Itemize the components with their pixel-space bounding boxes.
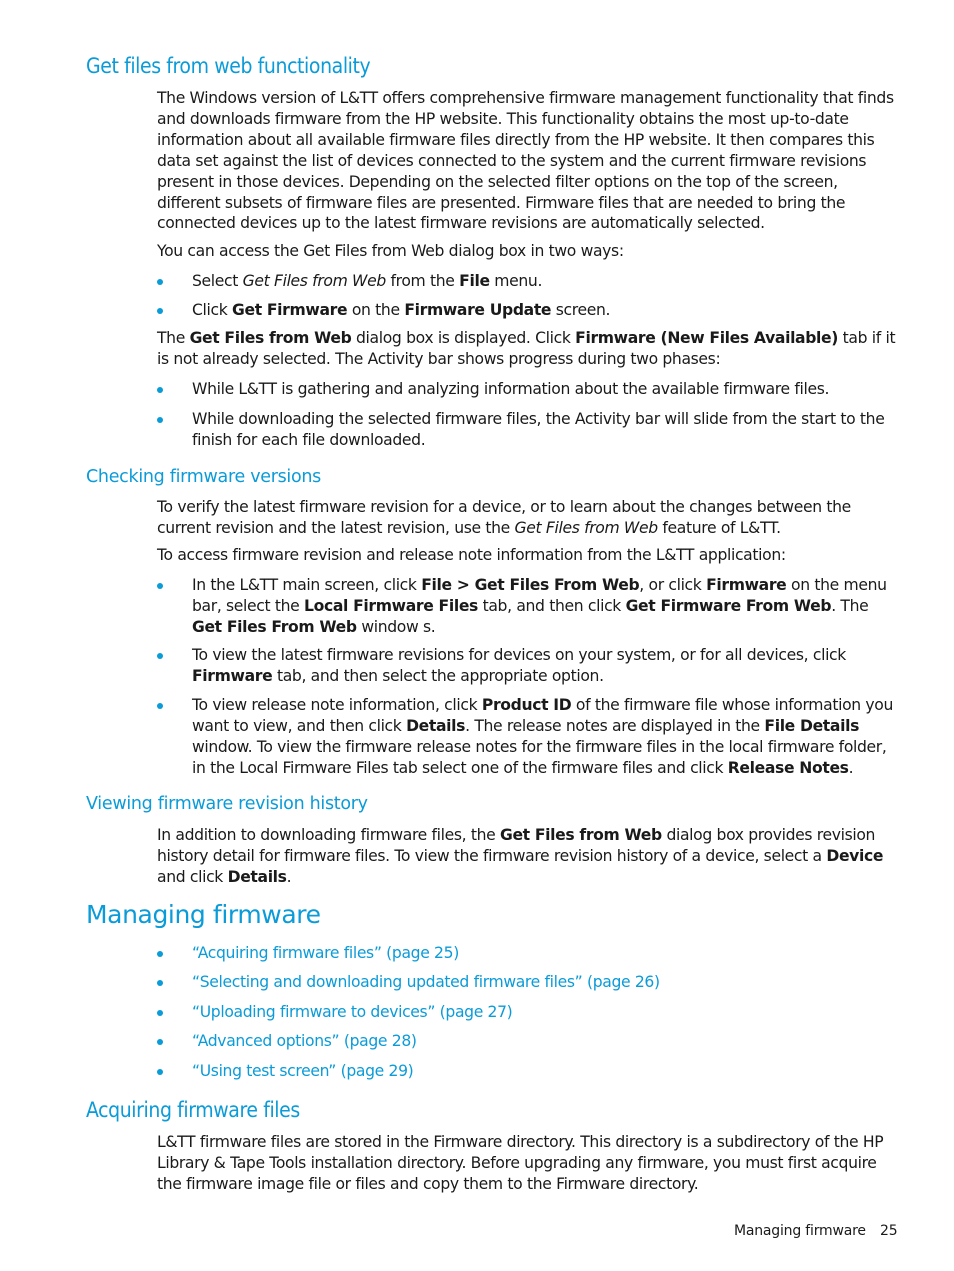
paragraph-verify: To verify the latest firmware revision f…: [157, 498, 851, 537]
heading-acquiring-firmware-files: Acquiring firmware files: [86, 1098, 300, 1122]
bullet-icon: [157, 417, 163, 423]
bullet-icon: [157, 308, 163, 314]
document-page: Get files from web functionality The Win…: [0, 0, 954, 1271]
footer-section-title: Managing firmware: [734, 1223, 866, 1239]
bullet-icon: [157, 1010, 163, 1016]
heading-get-files-from-web: Get files from web functionality: [86, 54, 371, 78]
bullet-icon: [157, 1039, 163, 1045]
bullet-icon: [157, 703, 163, 709]
paragraph-intro: The Windows version of L&TT offers compr…: [157, 89, 894, 233]
bullet-icon: [157, 1069, 163, 1075]
bullet-icon: [157, 279, 163, 285]
bullet-icon: [157, 951, 163, 957]
paragraph-acquiring: L&TT firmware files are stored in the Fi…: [157, 1133, 884, 1193]
heading-managing-firmware: Managing firmware: [86, 900, 321, 929]
paragraph-access-ways: You can access the Get Files from Web di…: [157, 242, 624, 260]
paragraph-access-revision: To access firmware revision and release …: [157, 546, 786, 564]
bullet-icon: [157, 387, 163, 393]
bullet-icon: [157, 653, 163, 659]
paragraph-dialog-displayed: The Get Files from Web dialog box is dis…: [157, 329, 896, 368]
bullet-icon: [157, 980, 163, 986]
page-footer: Managing firmware 25: [734, 1223, 898, 1239]
bullet-icon: [157, 583, 163, 589]
page-number: 25: [880, 1223, 898, 1239]
paragraph-revision-history: In addition to downloading firmware file…: [157, 826, 884, 886]
heading-checking-firmware-versions: Checking firmware versions: [86, 467, 322, 487]
heading-viewing-revision-history: Viewing firmware revision history: [86, 794, 368, 814]
